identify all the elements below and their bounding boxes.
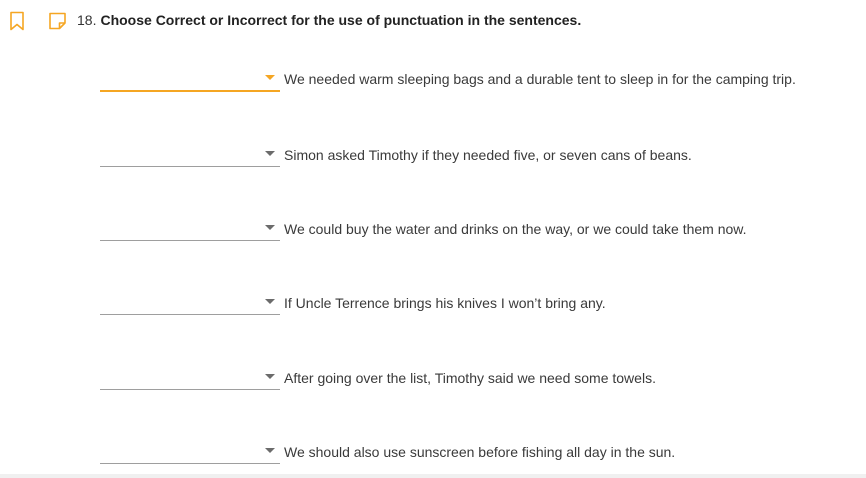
caret-down-icon xyxy=(265,151,275,156)
answer-dropdown-4[interactable] xyxy=(100,290,280,315)
bookmark-icon[interactable] xyxy=(9,11,25,31)
answer-dropdown-3[interactable] xyxy=(100,216,280,241)
sentence-text: We needed warm sleeping bags and a durab… xyxy=(284,71,796,87)
caret-down-icon xyxy=(265,299,275,304)
question-prompt: Choose Correct or Incorrect for the use … xyxy=(100,12,582,28)
sentence-text: After going over the list, Timothy said … xyxy=(284,370,656,386)
caret-down-icon xyxy=(265,75,275,80)
page-bottom-divider xyxy=(0,474,866,478)
list-item: After going over the list, Timothy said … xyxy=(100,365,840,390)
list-item: We should also use sunscreen before fish… xyxy=(100,439,840,464)
list-item: We could buy the water and drinks on the… xyxy=(100,216,840,241)
answer-dropdown-1[interactable] xyxy=(100,66,280,92)
answer-dropdown-6[interactable] xyxy=(100,439,280,464)
note-icon[interactable] xyxy=(48,12,67,30)
list-item: We needed warm sleeping bags and a durab… xyxy=(100,66,840,92)
question-page: 18. Choose Correct or Incorrect for the u… xyxy=(0,0,866,478)
list-item: Simon asked Timothy if they needed five,… xyxy=(100,142,840,167)
answer-dropdown-2[interactable] xyxy=(100,142,280,167)
answer-dropdown-5[interactable] xyxy=(100,365,280,390)
sentence-text: We could buy the water and drinks on the… xyxy=(284,221,747,237)
sentence-text: Simon asked Timothy if they needed five,… xyxy=(284,147,692,163)
sentence-text: If Uncle Terrence brings his knives I wo… xyxy=(284,295,606,311)
caret-down-icon xyxy=(265,448,275,453)
question-header: 18. Choose Correct or Incorrect for the u… xyxy=(77,11,581,29)
caret-down-icon xyxy=(265,225,275,230)
caret-down-icon xyxy=(265,374,275,379)
question-number: 18. xyxy=(77,12,97,28)
sentence-text: We should also use sunscreen before fish… xyxy=(284,444,676,460)
list-item: If Uncle Terrence brings his knives I wo… xyxy=(100,290,840,315)
